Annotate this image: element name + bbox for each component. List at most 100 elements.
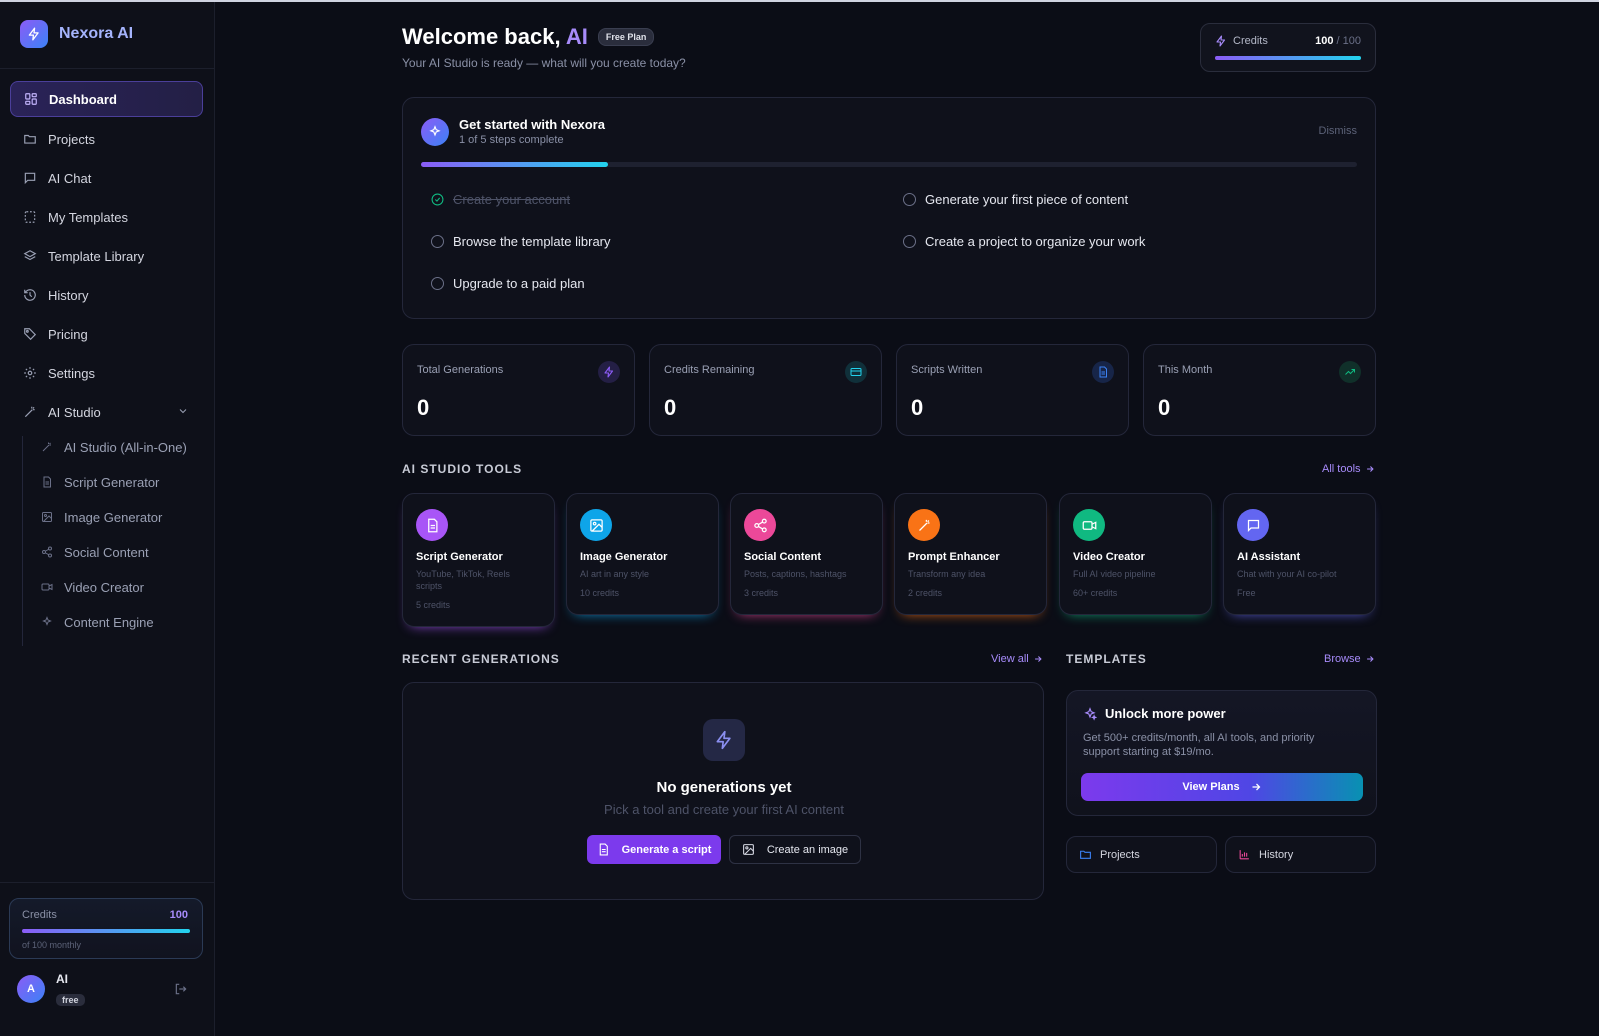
check-circle-icon [431, 193, 444, 206]
brand[interactable]: Nexora AI [20, 20, 133, 48]
sidebar-item-settings[interactable]: Settings [10, 355, 203, 391]
document-icon [416, 509, 448, 541]
submenu-item-image-generator[interactable]: Image Generator [40, 506, 162, 528]
greeting-user: AI [565, 24, 588, 49]
submenu-item-label: Content Engine [64, 614, 154, 630]
task-create-account[interactable]: Create your account [431, 192, 570, 207]
credits-value: 100 / 100 [1315, 35, 1361, 47]
link-label: View all [991, 653, 1029, 665]
quick-link-label: History [1259, 848, 1294, 861]
submenu-item-social-content[interactable]: Social Content [40, 541, 149, 563]
sidebar-item-ai-chat[interactable]: AI Chat [10, 160, 203, 196]
sidebar-item-label: My Templates [48, 209, 128, 225]
bolt-icon [598, 361, 620, 383]
task-browse-templates[interactable]: Browse the template library [431, 234, 611, 249]
credits-progress [22, 929, 190, 933]
image-icon [742, 844, 754, 855]
sidebar-item-pricing[interactable]: Pricing [10, 316, 203, 352]
tool-card-ai-assistant[interactable]: AI Assistant Chat with your AI co-pilot … [1223, 493, 1376, 615]
layers-icon [22, 248, 38, 264]
stat-value: 0 [664, 395, 677, 420]
page-subtitle: Your AI Studio is ready — what will you … [402, 56, 686, 70]
sidebar-item-label: Pricing [48, 326, 88, 342]
sidebar-item-my-templates[interactable]: My Templates [10, 199, 203, 235]
submenu-guide [22, 436, 23, 646]
empty-state-title: No generations yet [656, 779, 792, 796]
view-all-link[interactable]: View all [991, 653, 1043, 665]
submenu-item-script-generator[interactable]: Script Generator [40, 471, 159, 493]
task-label: Create your account [453, 192, 571, 207]
browse-link[interactable]: Browse [1324, 653, 1375, 665]
promo-title: Unlock more power [1083, 706, 1226, 721]
stat-label: This Month [1158, 364, 1213, 376]
dismiss-button[interactable]: Dismiss [1319, 125, 1358, 137]
recent-generations-panel: No generations yet Pick a tool and creat… [402, 682, 1044, 900]
arrow-right-icon [1366, 466, 1374, 472]
sidebar-item-projects[interactable]: Projects [10, 121, 203, 157]
document-icon [599, 843, 608, 856]
quick-link-label: Projects [1100, 848, 1140, 861]
user-plan-badge: free [56, 994, 85, 1006]
tool-card-image-generator[interactable]: Image Generator AI art in any style 10 c… [566, 493, 719, 615]
sidebar-item-history[interactable]: History [10, 277, 203, 313]
task-create-project[interactable]: Create a project to organize your work [903, 234, 1145, 249]
image-icon [580, 509, 612, 541]
credits-value: 100 [169, 909, 188, 921]
onboarding-progress-text: 1 of 5 steps complete [459, 134, 564, 146]
task-label: Create a project to organize your work [925, 234, 1146, 249]
submenu-item-label: Script Generator [64, 474, 160, 490]
credits-label: Credits [22, 909, 57, 921]
folder-icon [1080, 850, 1091, 859]
user-name: AI [56, 972, 68, 986]
all-tools-link[interactable]: All tools [1322, 463, 1375, 475]
sidebar-item-dashboard[interactable]: Dashboard [10, 81, 203, 117]
document-icon [1092, 361, 1114, 383]
create-image-button[interactable]: Create an image [729, 835, 861, 864]
logout-icon[interactable] [174, 982, 188, 1001]
card-icon [845, 361, 867, 383]
generate-script-button[interactable]: Generate a script [587, 835, 721, 864]
quick-link-history[interactable]: History [1225, 836, 1376, 873]
tool-desc: AI art in any style [580, 569, 650, 579]
submenu-item-content-engine[interactable]: Content Engine [40, 611, 154, 633]
tool-cost: 10 credits [580, 588, 620, 598]
recent-section-title: RECENT GENERATIONS [402, 652, 560, 666]
sidebar-item-template-library[interactable]: Template Library [10, 238, 203, 274]
submenu-item-video-creator[interactable]: Video Creator [40, 576, 144, 598]
quick-link-projects[interactable]: Projects [1066, 836, 1217, 873]
avatar[interactable]: A [17, 975, 45, 1003]
tool-card-video-creator[interactable]: Video Creator Full AI video pipeline 60+… [1059, 493, 1212, 615]
trend-up-icon [1339, 361, 1361, 383]
task-upgrade[interactable]: Upgrade to a paid plan [431, 276, 585, 291]
task-label: Upgrade to a paid plan [453, 276, 585, 291]
chevron-down-icon[interactable] [177, 405, 189, 420]
submenu-item-label: Video Creator [64, 579, 144, 595]
header-credits[interactable]: Credits 100 / 100 [1200, 23, 1376, 72]
task-generate-content[interactable]: Generate your first piece of content [903, 192, 1128, 207]
submenu-item-ai-studio-all[interactable]: AI Studio (All-in-One) [40, 436, 187, 458]
sidebar-item-label: Dashboard [49, 91, 117, 107]
stat-label: Total Generations [417, 364, 504, 376]
tool-card-prompt-enhancer[interactable]: Prompt Enhancer Transform any idea 2 cre… [894, 493, 1047, 615]
share-icon [40, 545, 54, 559]
view-plans-button[interactable]: View Plans [1081, 773, 1363, 801]
document-icon [40, 475, 54, 489]
task-label: Generate your first piece of content [925, 192, 1129, 207]
stat-credits-remaining: Credits Remaining 0 [649, 344, 882, 436]
sparkles-icon [1084, 706, 1097, 721]
wand-icon [40, 440, 54, 454]
sidebar-item-ai-studio[interactable]: AI Studio [10, 394, 203, 430]
sidebar-item-label: AI Studio [48, 404, 101, 420]
tool-card-social-content[interactable]: Social Content Posts, captions, hashtags… [730, 493, 883, 615]
submenu-item-label: Social Content [64, 544, 149, 560]
stat-label: Scripts Written [911, 364, 983, 376]
upgrade-promo-card: Unlock more power Get 500+ credits/month… [1066, 690, 1377, 816]
video-icon [1073, 509, 1105, 541]
tool-name: Video Creator [1073, 551, 1145, 563]
empty-state-subtitle: Pick a tool and create your first AI con… [604, 802, 844, 817]
bolt-icon [20, 20, 48, 48]
onboarding-title: Get started with Nexora [459, 117, 605, 132]
circle-icon [903, 193, 916, 206]
tool-name: Image Generator [580, 551, 668, 563]
tool-card-script-generator[interactable]: Script Generator YouTube, TikTok, Reels … [402, 493, 555, 627]
